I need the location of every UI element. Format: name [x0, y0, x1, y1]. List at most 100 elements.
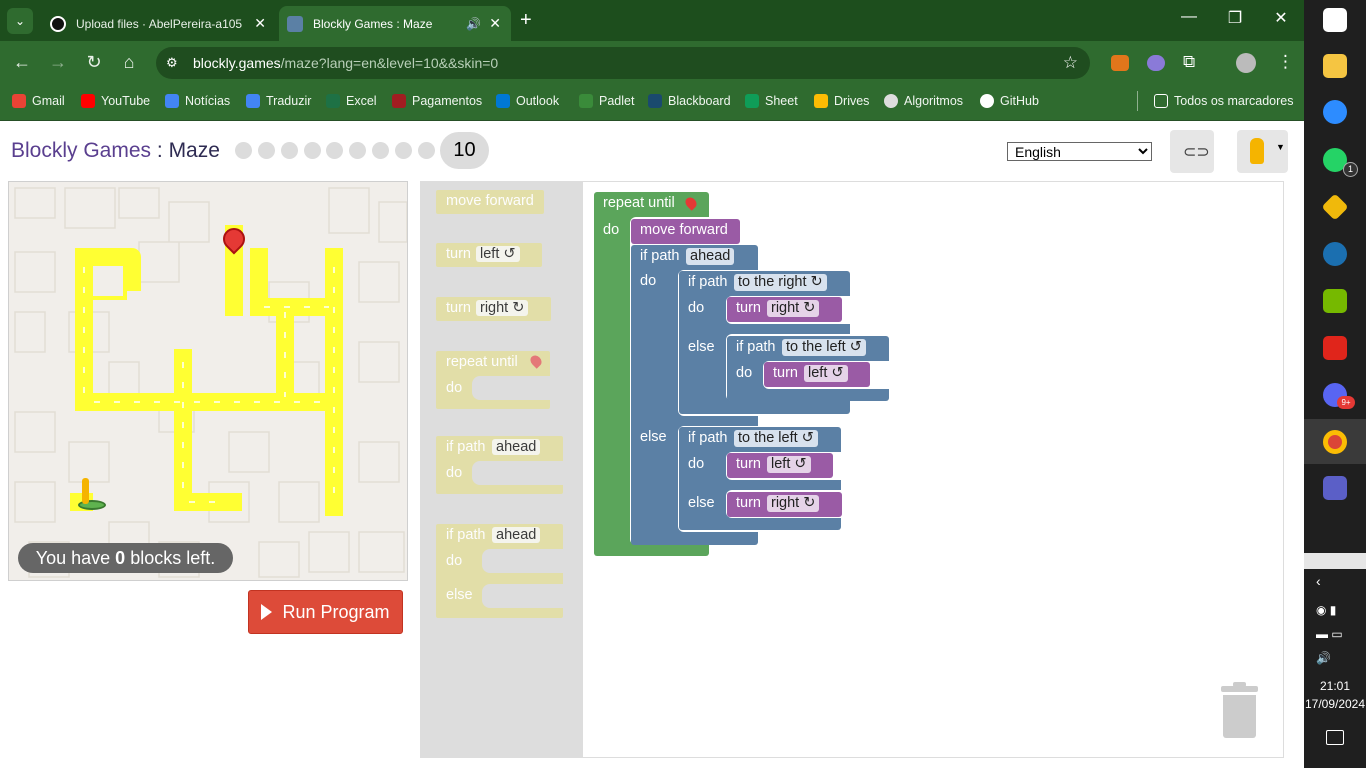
acrobat-icon[interactable] — [1323, 336, 1347, 360]
menu-icon[interactable]: ⋮ — [1277, 52, 1294, 72]
maze-map — [14, 187, 407, 578]
news-icon — [165, 94, 179, 108]
link-button[interactable]: ⊂⊃ — [1170, 130, 1214, 173]
reload-icon[interactable]: ↻ — [82, 52, 106, 73]
level-5-link[interactable] — [326, 142, 343, 159]
level-6-link[interactable] — [349, 142, 366, 159]
language-select[interactable]: English — [1007, 142, 1152, 161]
bookmarks-divider — [1137, 91, 1138, 111]
chrome-icon[interactable] — [1323, 430, 1347, 454]
back-icon[interactable]: ← — [10, 52, 34, 73]
toolbox-if-else-block[interactable]: if path ahead do else — [436, 524, 563, 618]
nvidia-icon[interactable] — [1323, 289, 1347, 313]
bookmark-drives[interactable]: Drives — [814, 92, 869, 110]
github-icon — [50, 15, 66, 32]
tray-icons[interactable]: ◉ ▮ ▬ ▭ 🔊 — [1316, 598, 1360, 670]
outlook-icon — [496, 94, 510, 108]
level-8-link[interactable] — [395, 142, 412, 159]
bookmark-github[interactable]: GitHub — [980, 92, 1039, 110]
bookmark-outlook[interactable]: Outlook — [496, 92, 559, 110]
toolbox-move-forward-block[interactable]: move forward — [436, 190, 544, 214]
zoom-icon[interactable] — [1323, 100, 1347, 124]
current-level-badge[interactable]: 10 — [440, 132, 489, 169]
discord-badge: 9+ — [1337, 396, 1355, 409]
close-window-button[interactable]: ✕ — [1258, 8, 1304, 28]
site-info-icon[interactable]: ⚙ — [166, 55, 178, 71]
level-3-link[interactable] — [281, 142, 298, 159]
all-bookmarks-folder[interactable]: Todos os marcadores — [1154, 92, 1294, 110]
metamask-icon[interactable] — [1111, 55, 1129, 71]
level-2-link[interactable] — [258, 142, 275, 159]
teams-icon[interactable] — [1323, 476, 1347, 500]
level-9-link[interactable] — [418, 142, 435, 159]
windows-taskbar: 1 9+ ‹ ◉ ▮ ▬ ▭ 🔊 21:01 17/09/2024 — [1304, 0, 1366, 768]
tab-search-button[interactable]: ⌄ — [7, 8, 33, 34]
sheets-icon — [745, 94, 759, 108]
dropdown-arrow-icon: ▼ — [1276, 142, 1285, 152]
forward-icon[interactable]: → — [46, 52, 70, 73]
turn-direction-dropdown[interactable]: right ↻ — [767, 300, 820, 317]
extensions-puzzle-icon[interactable]: ⧉ — [1183, 52, 1195, 72]
toolbox-turn-left-block[interactable]: turn left ↺ — [436, 243, 542, 267]
toolbox-turn-right-block[interactable]: turn right ↻ — [436, 297, 551, 321]
toolbox-if-path-block[interactable]: if path ahead do — [436, 436, 563, 494]
globe-icon — [884, 94, 898, 108]
bookmark-algoritmos[interactable]: Algoritmos — [884, 92, 963, 110]
address-bar[interactable]: ⚙ blockly.games/maze?lang=en&level=10&&s… — [156, 47, 1090, 79]
taskbar-scrollbar[interactable] — [1304, 553, 1366, 569]
maze-canvas — [8, 181, 408, 581]
translate-icon — [246, 94, 260, 108]
url-host: blockly.games — [193, 55, 281, 71]
extension-icon[interactable] — [1147, 55, 1165, 71]
turn-direction-dropdown[interactable]: left ↺ — [804, 365, 848, 382]
clock-time[interactable]: 21:01 — [1304, 679, 1366, 693]
bookmark-gmail[interactable]: Gmail — [12, 92, 65, 110]
tab-blockly-maze[interactable]: Blockly Games : Maze 🔊 ✕ — [279, 6, 511, 41]
level-1-link[interactable] — [235, 142, 252, 159]
speaker-icon[interactable]: 🔊 — [466, 17, 481, 31]
minimize-button[interactable]: — — [1166, 8, 1212, 26]
binance-icon[interactable] — [1321, 193, 1349, 221]
game-title: Maze — [168, 139, 220, 162]
folder-icon[interactable] — [1323, 54, 1347, 78]
trash-icon[interactable] — [1221, 682, 1258, 738]
path-direction-dropdown[interactable]: ahead — [686, 248, 735, 265]
path-direction-dropdown[interactable]: to the right ↻ — [734, 274, 827, 291]
toolbox-repeat-until-block[interactable]: repeat until do — [436, 351, 550, 409]
bookmark-traduzir[interactable]: Traduzir — [246, 92, 311, 110]
bookmark-padlet[interactable]: Padlet — [579, 92, 634, 110]
pegman-button[interactable]: ▼ — [1237, 130, 1288, 173]
bookmark-sheet[interactable]: Sheet — [745, 92, 798, 110]
path-direction-dropdown[interactable]: to the left ↺ — [734, 430, 818, 447]
notifications-icon[interactable] — [1326, 730, 1344, 745]
clock-date[interactable]: 17/09/2024 — [1304, 697, 1366, 711]
level-4-link[interactable] — [304, 142, 321, 159]
bookmark-excel[interactable]: Excel — [326, 92, 377, 110]
app-title-link[interactable]: Blockly Games — [11, 139, 151, 162]
turn-direction-dropdown[interactable]: left ↺ — [767, 456, 811, 473]
bookmark-pagamentos[interactable]: Pagamentos — [392, 92, 482, 110]
pegman-icon — [1250, 138, 1264, 164]
bookmark-blackboard[interactable]: Blackboard — [648, 92, 731, 110]
bookmark-noticias[interactable]: Notícias — [165, 92, 230, 110]
turn-direction-dropdown[interactable]: right ↻ — [767, 495, 820, 512]
path-direction-dropdown[interactable]: to the left ↺ — [782, 339, 866, 356]
restore-button[interactable]: ❐ — [1212, 8, 1258, 28]
chevron-left-icon[interactable]: ‹ — [1316, 573, 1321, 589]
run-program-button[interactable]: Run Program — [248, 590, 403, 634]
bookmark-star-icon[interactable]: ☆ — [1063, 53, 1078, 73]
tab-strip: ⌄ Upload files · AbelPereira-a105 ✕ Bloc… — [0, 0, 1304, 41]
steam-icon[interactable] — [1323, 242, 1347, 266]
new-tab-button[interactable]: + — [520, 9, 532, 32]
home-icon[interactable]: ⌂ — [117, 52, 141, 73]
blackboard-icon — [648, 94, 662, 108]
goal-marker-icon — [528, 353, 544, 369]
close-tab-icon[interactable]: ✕ — [254, 15, 266, 32]
tab-upload-files[interactable]: Upload files · AbelPereira-a105 ✕ — [36, 6, 276, 41]
level-7-link[interactable] — [372, 142, 389, 159]
bookmark-youtube[interactable]: YouTube — [81, 92, 150, 110]
drive-icon — [814, 94, 828, 108]
windows-start-icon[interactable] — [1323, 8, 1347, 32]
profile-avatar[interactable] — [1236, 53, 1256, 73]
close-tab-icon[interactable]: ✕ — [489, 15, 501, 32]
